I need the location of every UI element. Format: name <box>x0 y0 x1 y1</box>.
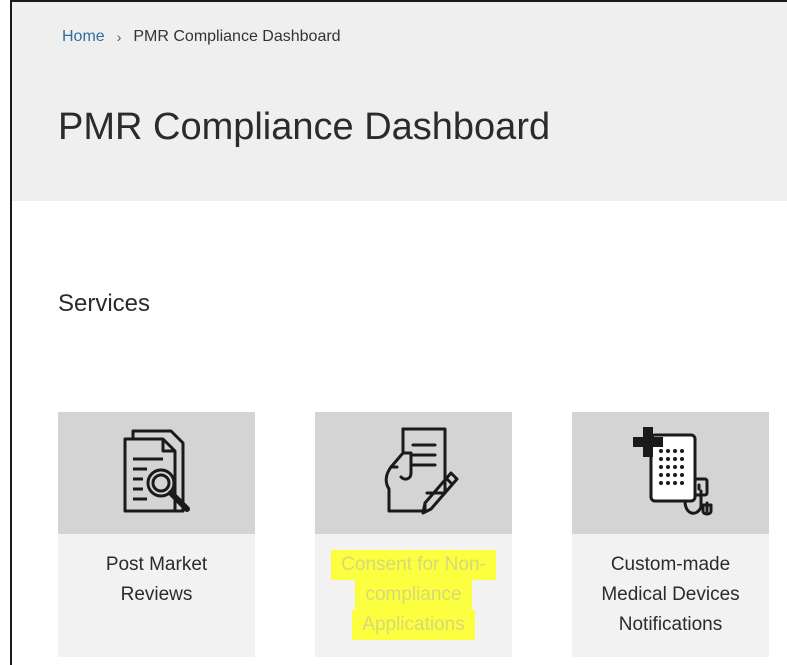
hand-document-pen-icon <box>369 423 459 524</box>
breadcrumb-current: PMR Compliance Dashboard <box>133 28 341 45</box>
tile-label: Custom-made Medical Devices Notification… <box>572 534 769 640</box>
tile-label-line: compliance <box>315 580 512 610</box>
breadcrumb-separator: › <box>116 29 122 45</box>
tile-icon-area <box>58 412 255 534</box>
tile-label: Post Market Reviews <box>58 534 255 610</box>
services-heading: Services <box>58 290 151 317</box>
breadcrumb: Home › PMR Compliance Dashboard <box>62 28 341 46</box>
tile-label: Consent for Non- compliance Applications <box>315 534 512 640</box>
service-tile-custom-made-medical-devices[interactable]: Custom-made Medical Devices Notification… <box>572 412 769 657</box>
tile-label-line: Custom-made <box>610 554 731 575</box>
tile-label-line: Reviews <box>120 584 193 605</box>
highlighted-text: Applications <box>352 610 475 640</box>
breadcrumb-home-link[interactable]: Home <box>62 28 105 46</box>
tile-icon-area <box>315 412 512 534</box>
medical-device-plug-icon <box>621 421 721 526</box>
service-tile-consent-non-compliance[interactable]: Consent for Non- compliance Applications <box>315 412 512 657</box>
page-title: PMR Compliance Dashboard <box>58 106 551 148</box>
tile-label-line: Medical Devices <box>601 584 740 605</box>
tile-label-line: Post Market <box>105 554 208 575</box>
highlighted-text: Consent for Non- <box>331 550 496 580</box>
highlighted-text: compliance <box>355 580 472 610</box>
service-tile-post-market-reviews[interactable]: Post Market Reviews <box>58 412 255 657</box>
tile-icon-area <box>572 412 769 534</box>
page-header: Home › PMR Compliance Dashboard PMR Comp… <box>12 2 787 201</box>
tile-label-line: Applications <box>315 610 512 640</box>
tile-label-line: Notifications <box>618 614 723 635</box>
document-search-icon <box>117 425 197 522</box>
page-frame: Home › PMR Compliance Dashboard PMR Comp… <box>10 0 787 665</box>
tile-label-line: Consent for Non- <box>315 550 512 580</box>
